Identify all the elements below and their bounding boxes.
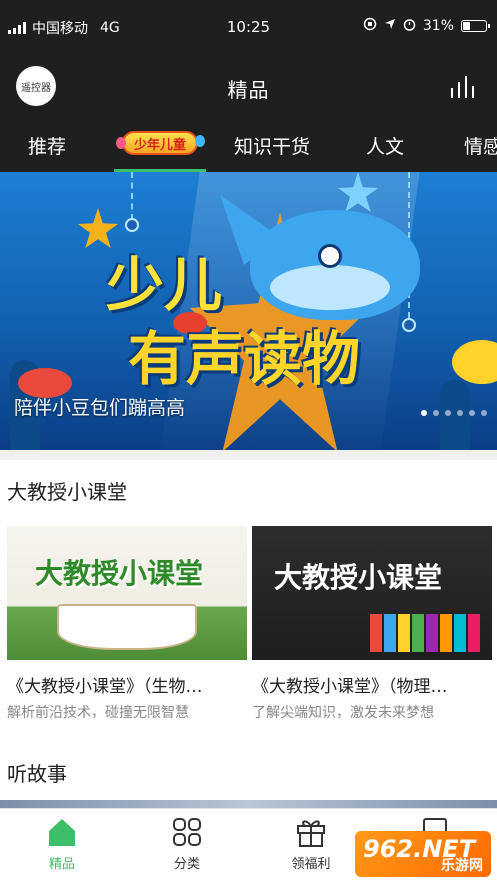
course-name: 《大教授小课堂》（物理… [252, 677, 448, 697]
nav-bar: 遥控器 精品 [0, 56, 497, 116]
status-right: 31% [363, 17, 490, 35]
watermark-text: 乐游网 [441, 858, 483, 874]
bookshelf-illustration [370, 614, 480, 652]
carousel-dot[interactable] [481, 410, 487, 416]
section-title-stories: 听故事 [7, 762, 67, 786]
carousel-dot[interactable] [469, 410, 475, 416]
thumbnail-title: 大教授小课堂 [274, 561, 443, 594]
page-title: 精品 [227, 78, 270, 102]
section-title-professor: 大教授小课堂 [7, 480, 127, 504]
carousel-dot[interactable] [445, 410, 451, 416]
tab-knowledge[interactable]: 知识干货 [234, 132, 310, 159]
rotation-lock-icon [363, 17, 377, 35]
tab-recommend[interactable]: 推荐 [28, 132, 66, 159]
course-thumbnail: 大教授小课堂 [252, 526, 492, 660]
promo-banner[interactable]: 少儿 有声读物 陪伴小豆包们蹦高高 [0, 172, 497, 450]
course-card[interactable]: 大教授小课堂 《大教授小课堂》（物理… 了解尖端知识，激发未来梦想 [252, 526, 492, 722]
category-tabs: 推荐 少年儿童 知识干货 人文 情感 [0, 116, 497, 172]
whale-belly [270, 265, 390, 310]
whale-eye [318, 244, 342, 268]
status-bar: 中国移动 4G 10:25 31% [0, 0, 497, 56]
tab-humanities[interactable]: 人文 [366, 132, 404, 159]
grid-icon [170, 815, 204, 849]
tabbar-item-featured[interactable]: 精品 [17, 815, 107, 872]
yellow-fish-illustration [452, 340, 497, 384]
bubble [125, 218, 139, 232]
kids-badge: 少年儿童 [116, 131, 205, 155]
carousel-dot[interactable] [457, 410, 463, 416]
carousel-dot[interactable] [433, 410, 439, 416]
tabbar-item-gift[interactable]: 领福利 [266, 815, 356, 872]
carousel-dots[interactable] [421, 410, 487, 416]
tab-emotion[interactable]: 情感 [464, 132, 497, 159]
location-icon [384, 18, 396, 34]
bubble [402, 318, 416, 332]
tabbar-label: 精品 [48, 857, 75, 872]
tabbar-label: 领福利 [291, 857, 331, 872]
battery-percent: 31% [422, 18, 454, 34]
story-banner-peek[interactable] [0, 800, 497, 808]
course-description: 了解尖端知识，激发未来梦想 [252, 705, 434, 721]
battery-icon [461, 20, 490, 32]
app-screen: 中国移动 4G 10:25 31% 遥控器 精品 推荐 少年儿童 知识干货 人文… [0, 0, 497, 883]
banner-caption: 陪伴小豆包们蹦高高 [14, 397, 186, 419]
course-name: 《大教授小课堂》（生物… [7, 677, 203, 697]
banner-title-line2: 有声读物 [128, 325, 361, 393]
tabbar-item-category[interactable]: 分类 [142, 815, 232, 872]
open-book-illustration [57, 604, 197, 650]
playing-bars-icon[interactable] [449, 76, 475, 98]
course-card[interactable]: 大教授小课堂 《大教授小课堂》（生物… 解析前沿技术，碰撞无限智慧 [7, 526, 247, 722]
thumbnail-title: 大教授小课堂 [35, 557, 204, 590]
alarm-icon [403, 18, 416, 35]
course-description: 解析前沿技术，碰撞无限智慧 [7, 705, 189, 721]
course-thumbnail: 大教授小课堂 [7, 526, 247, 660]
tab-kids[interactable]: 少年儿童 [112, 127, 208, 159]
home-icon [45, 815, 79, 849]
section-divider [0, 450, 497, 460]
banner-title-line1: 少儿 [106, 251, 223, 319]
tabbar-label: 分类 [173, 857, 200, 872]
carousel-dot[interactable] [421, 410, 427, 416]
site-watermark-logo: 962.NET 乐游网 [355, 831, 491, 877]
hanging-string [131, 172, 133, 220]
gift-icon [294, 815, 328, 849]
